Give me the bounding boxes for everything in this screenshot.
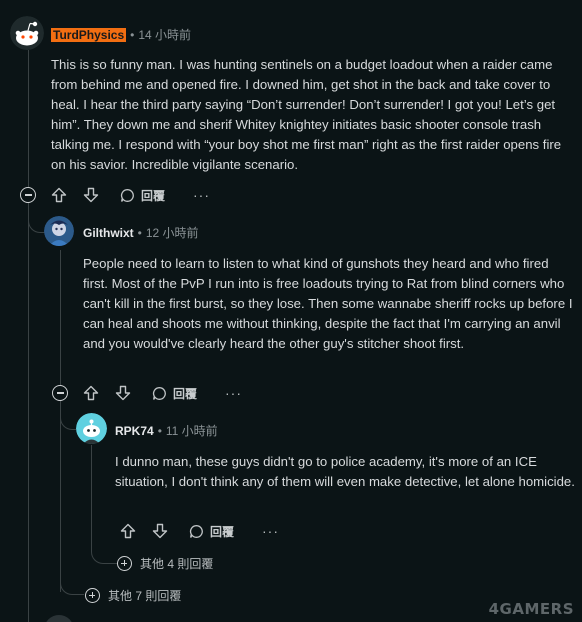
separator-dot: • (157, 423, 162, 438)
username[interactable]: TurdPhysics (51, 27, 127, 42)
reply-label: 回覆 (141, 188, 166, 203)
comment-meta: TurdPhysics • 14 小時前 (51, 26, 191, 43)
separator-dot: • (130, 27, 135, 42)
watermark: 4GAMERS (488, 600, 574, 618)
timestamp[interactable]: 11 小時前 (166, 422, 218, 439)
arrow-down-icon (152, 523, 168, 539)
upvote-button[interactable] (78, 385, 104, 401)
comment-meta: RPK74 • 11 小時前 (115, 422, 218, 439)
more-options-button[interactable]: ··· (262, 523, 279, 539)
collapse-thread-button[interactable] (20, 187, 36, 203)
username[interactable]: Gilthwixt (83, 226, 134, 240)
separator-dot: • (137, 225, 142, 240)
user-avatar-icon (44, 216, 74, 246)
timestamp[interactable]: 14 小時前 (138, 26, 191, 43)
more-options-icon: ··· (193, 187, 211, 203)
upvote-button[interactable] (115, 523, 141, 539)
username[interactable]: RPK74 (115, 424, 154, 438)
reddit-snoo-icon (76, 413, 107, 444)
downvote-button[interactable] (110, 385, 136, 401)
more-replies-nested-link[interactable]: 其他 4 則回覆 (117, 555, 213, 572)
avatar[interactable] (44, 216, 74, 246)
plus-circle-icon (117, 556, 132, 571)
reply-button[interactable]: 回覆 (152, 385, 197, 402)
collapse-thread-button[interactable] (52, 385, 68, 401)
thread-line-root (28, 50, 29, 622)
arrow-up-icon (120, 523, 136, 539)
next-comment-avatar[interactable] (44, 615, 74, 622)
downvote-button[interactable] (147, 523, 173, 539)
more-replies-label: 其他 4 則回覆 (140, 557, 214, 571)
thread-connector-more-top (60, 555, 84, 595)
more-replies-top-link[interactable]: 其他 7 則回覆 (85, 587, 181, 604)
comment-actions: 回覆 ··· (46, 183, 210, 207)
comment-actions: 回覆 ··· (78, 381, 242, 405)
plus-circle-icon (85, 588, 100, 603)
comment-meta: Gilthwixt • 12 小時前 (83, 224, 199, 241)
comment-body: People need to learn to listen to what k… (83, 256, 573, 351)
more-options-button[interactable]: ··· (193, 187, 210, 203)
arrow-down-icon (83, 187, 99, 203)
avatar[interactable] (76, 413, 107, 444)
reddit-snoo-icon (10, 16, 44, 50)
thread-line-rpk74 (91, 445, 92, 545)
avatar[interactable] (10, 16, 44, 50)
arrow-up-icon (51, 187, 67, 203)
downvote-button[interactable] (78, 187, 104, 203)
more-options-icon: ··· (225, 385, 243, 401)
comment-body: I dunno man, these guys didn't go to pol… (115, 454, 575, 489)
thread-connector-more-nested (91, 540, 117, 564)
reply-button[interactable]: 回覆 (189, 523, 234, 540)
arrow-down-icon (115, 385, 131, 401)
reply-button[interactable]: 回覆 (120, 187, 165, 204)
comment-actions: 回覆 ··· (115, 519, 279, 543)
timestamp[interactable]: 12 小時前 (146, 224, 199, 241)
reply-label: 回覆 (173, 386, 198, 401)
comment-bubble-icon (120, 188, 134, 202)
upvote-button[interactable] (46, 187, 72, 203)
reply-label: 回覆 (210, 524, 235, 539)
arrow-up-icon (83, 385, 99, 401)
more-options-button[interactable]: ··· (225, 385, 242, 401)
more-options-icon: ··· (262, 523, 280, 539)
comment-bubble-icon (152, 386, 166, 400)
comment-bubble-icon (189, 524, 203, 538)
more-replies-label: 其他 7 則回覆 (108, 589, 182, 603)
comment-body: This is so funny man. I was hunting sent… (51, 57, 562, 172)
